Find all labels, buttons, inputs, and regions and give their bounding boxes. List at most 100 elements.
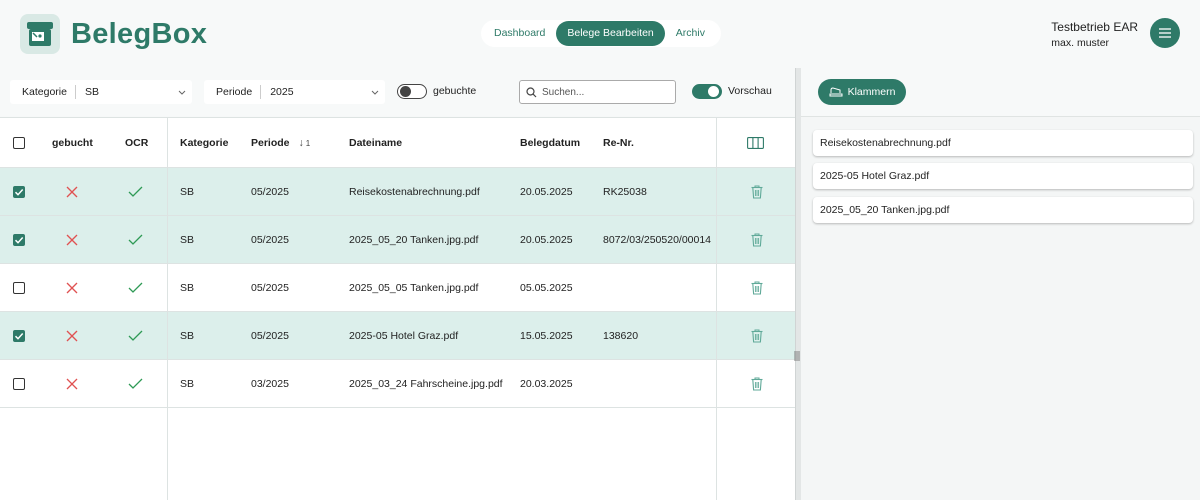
header-dateiname[interactable]: Dateiname <box>349 137 402 149</box>
cell-periode: 05/2025 <box>251 330 289 342</box>
cross-icon <box>66 378 78 393</box>
hamburger-menu-icon <box>1159 28 1171 38</box>
trash-icon[interactable] <box>751 233 763 250</box>
cell-renr: 138620 <box>603 330 639 342</box>
belege-table: SB 05/2025 Reisekostenabrechnung.pdf 20.05.… <box>0 117 795 500</box>
header-kategorie[interactable]: Kategorie <box>180 137 228 149</box>
app-header: BelegBox Dashboard Belege Bearbeiten Arc… <box>0 0 1200 68</box>
main-nav: Dashboard Belege Bearbeiten Archiv <box>481 20 721 47</box>
cell-dateiname: 2025_03_24 Fahrscheine.jpg.pdf <box>349 378 503 390</box>
trash-icon[interactable] <box>751 377 763 394</box>
kategorie-select[interactable]: Kategorie SB <box>10 80 192 104</box>
check-icon <box>128 186 143 200</box>
row-checkbox[interactable] <box>13 330 25 342</box>
check-icon <box>128 330 143 344</box>
preview-file-item[interactable]: Reisekostenabrechnung.pdf <box>813 130 1193 156</box>
stapler-icon <box>829 87 843 97</box>
user-company: Testbetrieb EAR <box>1051 20 1138 34</box>
cell-periode: 05/2025 <box>251 234 289 246</box>
cell-kategorie: SB <box>180 330 195 342</box>
cell-belegdatum: 20.05.2025 <box>520 186 573 198</box>
header-periode-label: Periode <box>251 137 290 149</box>
cell-dateiname: Reisekostenabrechnung.pdf <box>349 186 480 198</box>
table-row[interactable]: SB 05/2025 Reisekostenabrechnung.pdf 20.05.… <box>0 168 795 216</box>
preview-toolbar: Klammern <box>801 68 1200 117</box>
user-info: Testbetrieb EAR max. muster <box>1051 20 1138 49</box>
sort-arrow-down-icon: ↓ <box>298 137 304 149</box>
cross-icon <box>66 234 78 249</box>
table-row[interactable]: SB 05/2025 2025_05_20 Tanken.jpg.pdf 20.05.… <box>0 216 795 264</box>
search-icon <box>526 86 537 97</box>
cross-icon <box>66 186 78 201</box>
preview-panel: Klammern Reisekostenabrechnung.pdf 2025-… <box>801 68 1200 500</box>
nav-archiv[interactable]: Archiv <box>665 21 716 46</box>
row-checkbox[interactable] <box>13 378 25 390</box>
klammern-label: Klammern <box>847 86 896 98</box>
periode-select[interactable]: Periode 2025 <box>204 80 385 104</box>
cell-kategorie: SB <box>180 186 195 198</box>
cell-belegdatum: 15.05.2025 <box>520 330 573 342</box>
trash-icon[interactable] <box>751 281 763 298</box>
periode-value: 2025 <box>270 86 294 98</box>
header-belegdatum[interactable]: Belegdatum <box>520 137 580 149</box>
cell-kategorie: SB <box>180 282 195 294</box>
row-checkbox[interactable] <box>13 186 25 198</box>
archive-box-icon <box>20 14 60 54</box>
row-checkbox[interactable] <box>13 234 25 246</box>
column-divider <box>716 118 717 500</box>
check-icon <box>128 378 143 392</box>
check-icon <box>128 282 143 296</box>
kategorie-label: Kategorie <box>10 85 76 99</box>
cell-kategorie: SB <box>180 234 195 246</box>
column-divider <box>167 118 168 500</box>
cross-icon <box>66 330 78 345</box>
table-header: gebucht OCR Kategorie Periode ↓ 1 Dateina… <box>0 118 795 168</box>
search-input[interactable] <box>542 86 662 98</box>
gebuchte-toggle[interactable] <box>397 84 427 99</box>
trash-icon[interactable] <box>751 185 763 202</box>
chevron-down-icon <box>172 86 192 98</box>
cell-renr: RK25038 <box>603 186 647 198</box>
nav-dashboard[interactable]: Dashboard <box>483 21 556 46</box>
cell-belegdatum: 20.05.2025 <box>520 234 573 246</box>
cross-icon <box>66 282 78 297</box>
cell-dateiname: 2025_05_20 Tanken.jpg.pdf <box>349 234 479 246</box>
drag-handle-icon <box>794 351 800 361</box>
header-ocr[interactable]: OCR <box>125 137 148 149</box>
cell-dateiname: 2025-05 Hotel Graz.pdf <box>349 330 459 342</box>
cell-dateiname: 2025_05_05 Tanken.jpg.pdf <box>349 282 479 294</box>
table-row[interactable]: SB 05/2025 2025_05_05 Tanken.jpg.pdf 05.05.… <box>0 264 795 312</box>
preview-file-item[interactable]: 2025_05_20 Tanken.jpg.pdf <box>813 197 1193 223</box>
hamburger-menu-button[interactable] <box>1150 18 1180 48</box>
check-icon <box>128 234 143 248</box>
cell-kategorie: SB <box>180 378 195 390</box>
cell-belegdatum: 05.05.2025 <box>520 282 573 294</box>
cell-belegdatum: 20.03.2025 <box>520 378 573 390</box>
header-renr[interactable]: Re-Nr. <box>603 137 634 149</box>
vorschau-toggle[interactable] <box>692 84 722 99</box>
cell-renr: 8072/03/250520/00014 <box>603 234 712 246</box>
trash-icon[interactable] <box>751 329 763 346</box>
cell-periode: 03/2025 <box>251 378 289 390</box>
sort-index: 1 <box>305 139 311 148</box>
columns-icon[interactable] <box>747 137 764 152</box>
cell-periode: 05/2025 <box>251 186 289 198</box>
app-logo-text: BelegBox <box>71 18 208 50</box>
chevron-down-icon <box>365 86 385 98</box>
vorschau-label: Vorschau <box>728 85 772 97</box>
gebuchte-label: gebuchte <box>433 85 477 97</box>
table-row[interactable]: SB 05/2025 2025-05 Hotel Graz.pdf 15.05.202… <box>0 312 795 360</box>
header-periode[interactable]: Periode ↓ 1 <box>251 137 310 149</box>
table-row[interactable]: SB 03/2025 2025_03_24 Fahrscheine.jpg.pdf 2… <box>0 360 795 408</box>
header-gebucht[interactable]: gebucht <box>52 137 93 149</box>
search-box <box>519 80 676 104</box>
nav-belege-bearbeiten[interactable]: Belege Bearbeiten <box>556 21 665 46</box>
filter-bar: Kategorie SB Periode 2025 gebuchte Vorsc… <box>0 68 795 116</box>
kategorie-value: SB <box>84 86 99 98</box>
row-checkbox[interactable] <box>13 282 25 294</box>
klammern-button[interactable]: Klammern <box>818 79 906 105</box>
periode-label: Periode <box>204 85 262 99</box>
select-all-checkbox[interactable] <box>13 137 25 149</box>
cell-periode: 05/2025 <box>251 282 289 294</box>
preview-file-item[interactable]: 2025-05 Hotel Graz.pdf <box>813 163 1193 189</box>
